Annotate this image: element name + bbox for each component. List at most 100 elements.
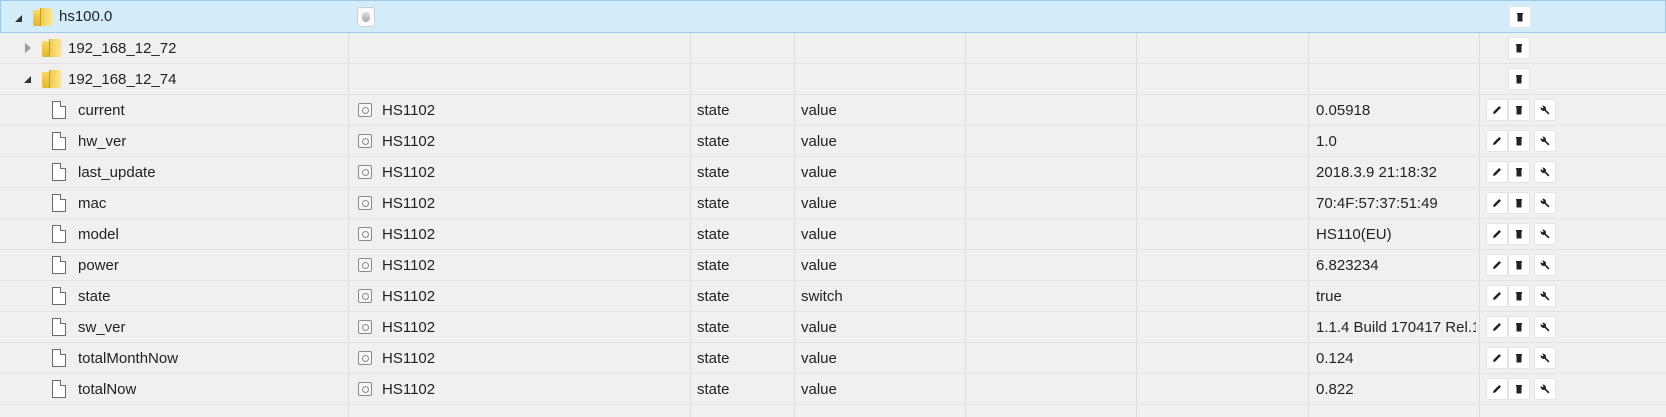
state-row[interactable]: model HS1102 state value HS110(EU) xyxy=(0,219,1666,250)
edit-button[interactable] xyxy=(1486,99,1508,121)
state-value[interactable]: 2018.3.9 21:18:32 xyxy=(1316,157,1476,187)
delete-button[interactable] xyxy=(1508,37,1530,59)
settings-button[interactable] xyxy=(1534,316,1556,338)
state-value[interactable]: 70:4F:57:37:51:49 xyxy=(1316,188,1476,218)
state-device: HS1102 xyxy=(382,132,436,150)
state-row[interactable]: last_update HS1102 state value 2018.3.9 … xyxy=(0,157,1666,188)
delete-button[interactable] xyxy=(1508,378,1530,400)
file-icon xyxy=(52,132,66,150)
state-device: HS1102 xyxy=(382,194,436,212)
trash-icon xyxy=(1516,106,1522,115)
wrench-icon xyxy=(1540,105,1550,115)
file-icon xyxy=(52,101,66,119)
edit-button[interactable] xyxy=(1486,285,1508,307)
trash-icon xyxy=(1516,323,1522,332)
trash-icon xyxy=(1516,44,1522,53)
state-row[interactable]: totalMonthNow HS1102 state value 0.124 xyxy=(0,343,1666,374)
state-value[interactable]: 6.823234 xyxy=(1316,250,1476,280)
tree-row-device[interactable]: 192_168_12_72 xyxy=(0,33,1666,64)
state-device: HS1102 xyxy=(382,256,436,274)
state-row[interactable]: mac HS1102 state value 70:4F:57:37:51:49 xyxy=(0,188,1666,219)
state-role: value xyxy=(801,163,837,181)
folder-icon xyxy=(42,70,64,88)
delete-button[interactable] xyxy=(1508,99,1530,121)
delete-button[interactable] xyxy=(1508,254,1530,276)
edit-button[interactable] xyxy=(1486,130,1508,152)
state-role: value xyxy=(801,318,837,336)
settings-button[interactable] xyxy=(1534,223,1556,245)
delete-button[interactable] xyxy=(1508,316,1530,338)
settings-button[interactable] xyxy=(1534,161,1556,183)
folder-icon xyxy=(33,8,55,26)
edit-button[interactable] xyxy=(1486,347,1508,369)
state-value[interactable]: 0.124 xyxy=(1316,343,1476,373)
device-icon xyxy=(358,351,372,365)
state-type: state xyxy=(697,318,730,336)
delete-button[interactable] xyxy=(1508,347,1530,369)
settings-button[interactable] xyxy=(1534,254,1556,276)
state-type: state xyxy=(697,194,730,212)
state-id: totalNow xyxy=(78,380,137,398)
tree-row-root[interactable]: hs100.0 xyxy=(0,0,1666,33)
device-icon xyxy=(358,134,372,148)
state-id: model xyxy=(78,225,119,243)
state-role: switch xyxy=(801,287,843,305)
tree-row-partial xyxy=(0,405,1666,417)
wrench-icon xyxy=(1540,353,1550,363)
state-row[interactable]: power HS1102 state value 6.823234 xyxy=(0,250,1666,281)
object-tree-grid: hs100.0 192_168_12_72 192_168_12_74 curr… xyxy=(0,0,1666,417)
delete-button[interactable] xyxy=(1508,192,1530,214)
settings-button[interactable] xyxy=(1534,99,1556,121)
trash-icon xyxy=(1517,13,1523,22)
edit-button[interactable] xyxy=(1486,223,1508,245)
pencil-icon xyxy=(1493,323,1501,331)
trash-icon xyxy=(1516,199,1522,208)
pencil-icon xyxy=(1493,261,1501,269)
edit-button[interactable] xyxy=(1486,254,1508,276)
delete-button[interactable] xyxy=(1508,161,1530,183)
wrench-icon xyxy=(1540,260,1550,270)
edit-button[interactable] xyxy=(1486,161,1508,183)
delete-button[interactable] xyxy=(1508,223,1530,245)
settings-button[interactable] xyxy=(1534,285,1556,307)
state-value[interactable]: 0.05918 xyxy=(1316,95,1476,125)
edit-button[interactable] xyxy=(1486,192,1508,214)
state-row[interactable]: hw_ver HS1102 state value 1.0 xyxy=(0,126,1666,157)
state-row[interactable]: sw_ver HS1102 state value 1.1.4 Build 17… xyxy=(0,312,1666,343)
trash-icon xyxy=(1516,168,1522,177)
trash-icon xyxy=(1516,261,1522,270)
collapse-toggle-icon[interactable] xyxy=(13,13,23,23)
wrench-icon xyxy=(1540,136,1550,146)
settings-button[interactable] xyxy=(1534,378,1556,400)
state-id: hw_ver xyxy=(78,132,127,150)
wrench-icon xyxy=(1540,322,1550,332)
delete-button[interactable] xyxy=(1508,130,1530,152)
state-value[interactable]: 1.0 xyxy=(1316,126,1476,156)
delete-button[interactable] xyxy=(1508,68,1530,90)
state-id: sw_ver xyxy=(78,318,126,336)
state-row[interactable]: totalNow HS1102 state value 0.822 xyxy=(0,374,1666,405)
state-value[interactable]: 0.822 xyxy=(1316,374,1476,404)
edit-button[interactable] xyxy=(1486,316,1508,338)
state-row[interactable]: current HS1102 state value 0.05918 xyxy=(0,95,1666,126)
settings-button[interactable] xyxy=(1534,130,1556,152)
device-icon xyxy=(358,196,372,210)
settings-button[interactable] xyxy=(1534,347,1556,369)
collapse-toggle-icon[interactable] xyxy=(22,74,32,84)
edit-button[interactable] xyxy=(1486,378,1508,400)
state-value[interactable]: HS110(EU) xyxy=(1316,219,1476,249)
folder-icon xyxy=(42,39,64,57)
delete-button[interactable] xyxy=(1509,6,1531,28)
device-icon xyxy=(358,103,372,117)
state-value[interactable]: true xyxy=(1316,281,1476,311)
tree-row-device[interactable]: 192_168_12_74 xyxy=(0,64,1666,95)
settings-button[interactable] xyxy=(1534,192,1556,214)
delete-button[interactable] xyxy=(1508,285,1530,307)
pencil-icon xyxy=(1493,354,1501,362)
trash-icon xyxy=(1516,292,1522,301)
file-icon xyxy=(52,194,66,212)
state-row[interactable]: state HS1102 state switch true xyxy=(0,281,1666,312)
state-value[interactable]: 1.1.4 Build 170417 Rel.1 xyxy=(1316,312,1476,342)
expand-toggle-icon[interactable] xyxy=(23,43,33,53)
pencil-icon xyxy=(1493,230,1501,238)
